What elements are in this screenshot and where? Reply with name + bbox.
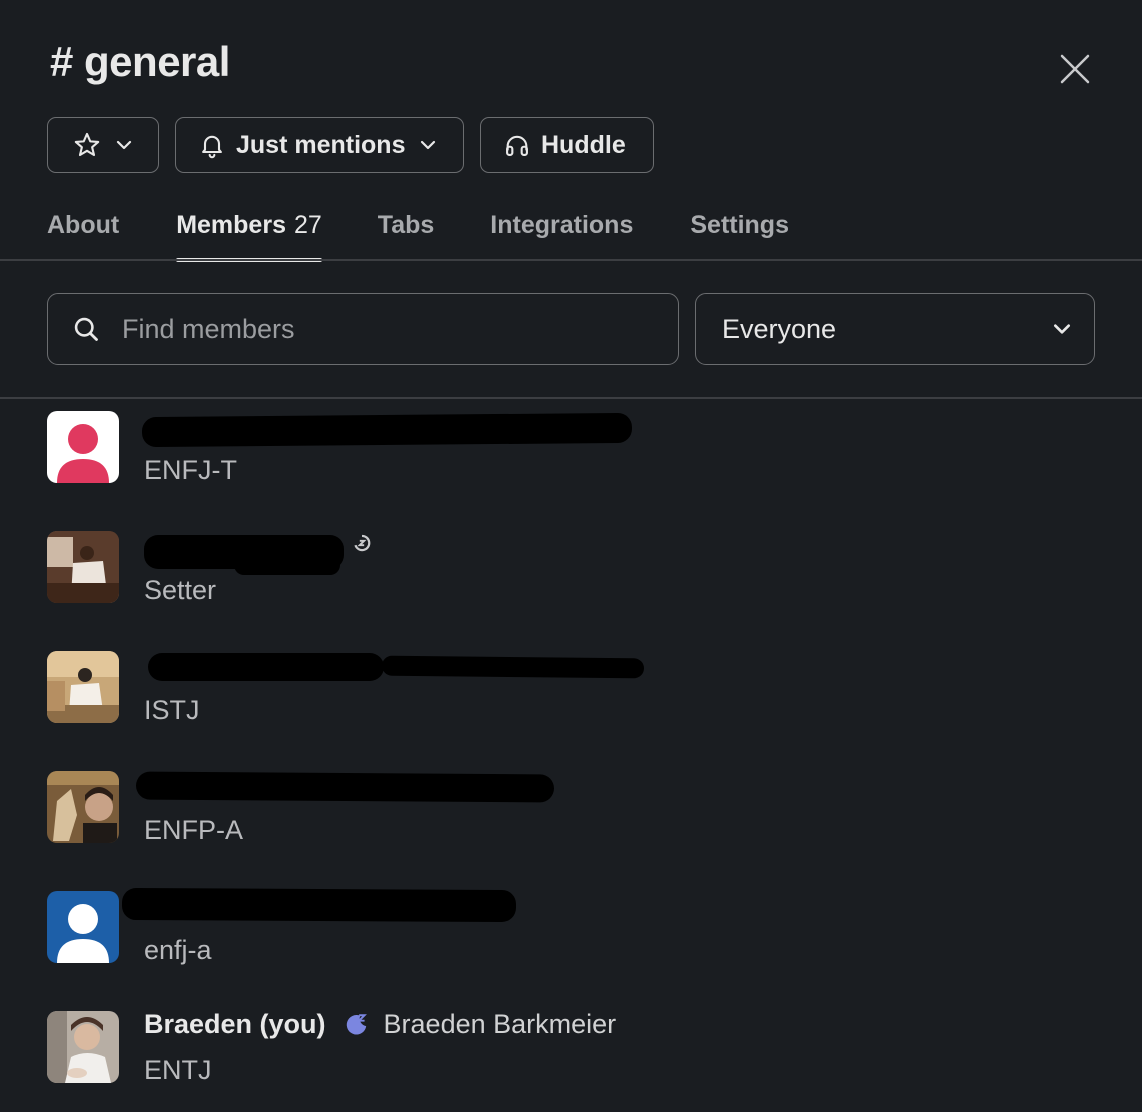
redaction-mark <box>381 655 645 679</box>
redaction-mark <box>234 555 340 575</box>
avatar <box>47 891 119 963</box>
chevron-down-icon <box>1054 324 1070 334</box>
member-search[interactable] <box>47 293 679 365</box>
huddle-button[interactable]: Huddle <box>480 117 654 173</box>
away-icon <box>354 534 371 552</box>
member-title: ENFJ-T <box>144 455 237 485</box>
avatar <box>47 411 119 483</box>
list-item[interactable]: enfj-a <box>0 879 1142 999</box>
redaction-mark <box>141 412 633 448</box>
headphones-icon <box>506 135 528 156</box>
chevron-down-icon <box>116 140 132 150</box>
avatar <box>47 1011 119 1083</box>
detail-tabs: About Members 27 Tabs Integrations Setti… <box>47 205 789 262</box>
channel-details-panel: # general Just mentions Huddle About Mem… <box>0 0 1142 1112</box>
tab-settings[interactable]: Settings <box>690 205 789 261</box>
notifications-label: Just mentions <box>236 130 406 159</box>
notifications-button[interactable]: Just mentions <box>175 117 464 173</box>
member-title: ENTJ <box>144 1055 212 1085</box>
close-icon <box>1060 54 1090 84</box>
list-item[interactable]: Setter <box>0 519 1142 639</box>
tabs-divider <box>0 259 1142 261</box>
member-list: ENFJ-T Setter ISTJ ENFP-A enfj-a Braeden… <box>0 399 1142 1112</box>
channel-title: # general <box>50 38 230 85</box>
member-title: Setter <box>144 575 217 605</box>
list-item[interactable]: ENFP-A <box>0 759 1142 879</box>
star-channel-button[interactable] <box>47 117 159 173</box>
search-icon <box>74 317 98 341</box>
redaction-mark <box>148 653 384 681</box>
avatar <box>47 651 119 723</box>
tab-members[interactable]: Members 27 <box>176 205 322 262</box>
members-count: 27 <box>293 211 322 239</box>
member-title: enfj-a <box>144 935 212 965</box>
member-display-name: Braeden (you) <box>144 1009 326 1039</box>
huddle-label: Huddle <box>541 130 626 159</box>
bell-icon <box>202 135 222 159</box>
member-filter-select[interactable]: Everyone <box>695 293 1095 365</box>
search-input[interactable] <box>122 313 602 345</box>
member-title: ENFP-A <box>144 815 244 845</box>
avatar <box>47 771 119 843</box>
close-button[interactable] <box>1050 44 1100 94</box>
list-item[interactable]: Braeden (you) Braeden Barkmeier ENTJ <box>0 999 1142 1112</box>
redaction-mark <box>121 887 517 923</box>
member-full-name: Braeden Barkmeier <box>383 1009 617 1039</box>
star-icon <box>74 132 100 157</box>
member-title: ISTJ <box>144 695 200 725</box>
avatar <box>47 531 119 603</box>
snooze-icon <box>346 1013 367 1035</box>
tab-about[interactable]: About <box>47 205 119 261</box>
redaction-mark <box>135 771 555 803</box>
list-item[interactable]: ENFJ-T <box>0 399 1142 519</box>
list-item[interactable]: ISTJ <box>0 639 1142 759</box>
tab-integrations[interactable]: Integrations <box>490 205 633 261</box>
member-name-line: Braeden (you) Braeden Barkmeier <box>144 1009 616 1040</box>
chevron-down-icon <box>421 140 436 150</box>
filter-selected-value: Everyone <box>722 313 837 344</box>
tab-tabs[interactable]: Tabs <box>378 205 435 261</box>
